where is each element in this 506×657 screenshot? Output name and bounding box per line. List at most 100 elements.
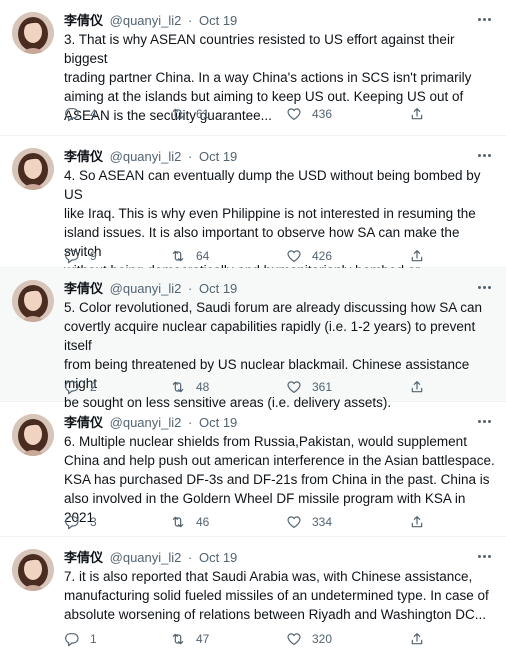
like-button[interactable]: 361 bbox=[286, 377, 332, 397]
reply-count: 1 bbox=[90, 632, 97, 646]
tweet-text: 7. it is also reported that Saudi Arabia… bbox=[64, 569, 489, 622]
tweet-header: 李倩仪 @quanyi_li2 · Oct 19 bbox=[64, 549, 237, 567]
display-name[interactable]: 李倩仪 bbox=[64, 14, 103, 29]
avatar-image bbox=[12, 414, 54, 456]
avatar[interactable] bbox=[12, 12, 54, 54]
share-icon bbox=[411, 108, 423, 120]
avatar[interactable] bbox=[12, 148, 54, 190]
retweet-count: 61 bbox=[196, 107, 210, 121]
reply-icon bbox=[65, 633, 79, 647]
reply-button[interactable]: 2 bbox=[64, 377, 97, 397]
retweet-icon bbox=[172, 250, 184, 262]
tweet-header: 李倩仪 @quanyi_li2 · Oct 19 bbox=[64, 414, 237, 432]
display-name[interactable]: 李倩仪 bbox=[64, 416, 103, 431]
like-button[interactable]: 426 bbox=[286, 246, 332, 266]
more-options-button[interactable] bbox=[476, 279, 492, 295]
like-button[interactable]: 334 bbox=[286, 512, 332, 532]
reply-icon bbox=[65, 516, 79, 530]
separator-dot: · bbox=[188, 550, 193, 565]
avatar[interactable] bbox=[12, 280, 54, 322]
retweet-count: 47 bbox=[196, 632, 210, 646]
reply-button[interactable]: 9 bbox=[64, 246, 97, 266]
retweet-button[interactable]: 47 bbox=[170, 629, 209, 649]
user-handle[interactable]: @quanyi_li2 bbox=[110, 550, 182, 565]
tweet-header: 李倩仪 @quanyi_li2 · Oct 19 bbox=[64, 280, 237, 298]
like-count: 361 bbox=[312, 380, 333, 394]
reply-icon bbox=[65, 108, 79, 122]
share-button[interactable] bbox=[409, 377, 425, 397]
retweet-count: 46 bbox=[196, 515, 210, 529]
reply-button[interactable]: 4 bbox=[64, 104, 97, 124]
tweet[interactable]: 李倩仪 @quanyi_li2 · Oct 19 6. Multiple nuc… bbox=[0, 402, 506, 537]
reply-button[interactable]: 1 bbox=[64, 629, 97, 649]
display-name[interactable]: 李倩仪 bbox=[64, 282, 103, 297]
like-count: 436 bbox=[312, 107, 333, 121]
more-options-button[interactable] bbox=[476, 147, 492, 163]
share-icon bbox=[411, 516, 423, 528]
user-handle[interactable]: @quanyi_li2 bbox=[110, 13, 182, 28]
tweet-actions: 4 61 436 bbox=[64, 104, 484, 124]
heart-icon bbox=[287, 250, 301, 262]
avatar-image bbox=[12, 148, 54, 190]
user-handle[interactable]: @quanyi_li2 bbox=[110, 149, 182, 164]
heart-icon bbox=[287, 108, 301, 120]
tweet[interactable]: 李倩仪 @quanyi_li2 · Oct 19 5. Color revolu… bbox=[0, 268, 506, 410]
retweet-icon bbox=[172, 633, 184, 645]
reply-count: 4 bbox=[90, 107, 97, 121]
heart-icon bbox=[287, 516, 301, 528]
retweet-button[interactable]: 64 bbox=[170, 246, 209, 266]
avatar[interactable] bbox=[12, 414, 54, 456]
tweet[interactable]: 李倩仪 @quanyi_li2 · Oct 19 4. So ASEAN can… bbox=[0, 136, 506, 278]
retweet-button[interactable]: 48 bbox=[170, 377, 209, 397]
share-icon bbox=[411, 250, 423, 262]
like-count: 426 bbox=[312, 249, 333, 263]
share-button[interactable] bbox=[409, 104, 425, 124]
heart-icon bbox=[287, 381, 301, 393]
tweet[interactable]: 李倩仪 @quanyi_li2 · Oct 19 7. it is also r… bbox=[0, 537, 506, 657]
tweet-actions: 2 48 361 bbox=[64, 377, 484, 397]
tweet-actions: 3 46 334 bbox=[64, 512, 484, 532]
avatar[interactable] bbox=[12, 549, 54, 591]
tweet-header: 李倩仪 @quanyi_li2 · Oct 19 bbox=[64, 148, 237, 166]
retweet-button[interactable]: 61 bbox=[170, 104, 209, 124]
tweet[interactable]: 李倩仪 @quanyi_li2 · Oct 19 3. That is why … bbox=[0, 0, 506, 136]
tweet-actions: 1 47 320 bbox=[64, 629, 484, 649]
more-options-button[interactable] bbox=[476, 413, 492, 429]
separator-dot: · bbox=[188, 281, 193, 296]
more-options-button[interactable] bbox=[476, 11, 492, 27]
share-button[interactable] bbox=[409, 512, 425, 532]
display-name[interactable]: 李倩仪 bbox=[64, 150, 103, 165]
display-name[interactable]: 李倩仪 bbox=[64, 551, 103, 566]
reply-count: 2 bbox=[90, 380, 97, 394]
tweet-timeline: 李倩仪 @quanyi_li2 · Oct 19 3. That is why … bbox=[0, 0, 506, 657]
avatar-image bbox=[12, 280, 54, 322]
more-icon bbox=[477, 285, 492, 289]
avatar-image bbox=[12, 549, 54, 591]
tweet-date[interactable]: Oct 19 bbox=[199, 281, 237, 296]
retweet-icon bbox=[172, 516, 184, 528]
tweet-date[interactable]: Oct 19 bbox=[199, 550, 237, 565]
separator-dot: · bbox=[188, 13, 193, 28]
share-icon bbox=[411, 381, 423, 393]
reply-count: 3 bbox=[90, 515, 97, 529]
reply-icon bbox=[65, 250, 79, 264]
like-button[interactable]: 436 bbox=[286, 104, 332, 124]
heart-icon bbox=[287, 633, 301, 645]
tweet-date[interactable]: Oct 19 bbox=[199, 149, 237, 164]
share-button[interactable] bbox=[409, 246, 425, 266]
more-icon bbox=[477, 419, 492, 423]
retweet-button[interactable]: 46 bbox=[170, 512, 209, 532]
like-button[interactable]: 320 bbox=[286, 629, 332, 649]
tweet-date[interactable]: Oct 19 bbox=[199, 13, 237, 28]
user-handle[interactable]: @quanyi_li2 bbox=[110, 281, 182, 296]
reply-button[interactable]: 3 bbox=[64, 512, 97, 532]
retweet-count: 64 bbox=[196, 249, 210, 263]
retweet-icon bbox=[172, 108, 184, 120]
share-button[interactable] bbox=[409, 629, 425, 649]
separator-dot: · bbox=[188, 149, 193, 164]
user-handle[interactable]: @quanyi_li2 bbox=[110, 415, 182, 430]
retweet-icon bbox=[172, 381, 184, 393]
more-options-button[interactable] bbox=[476, 548, 492, 564]
tweet-date[interactable]: Oct 19 bbox=[199, 415, 237, 430]
reply-count: 9 bbox=[90, 249, 97, 263]
